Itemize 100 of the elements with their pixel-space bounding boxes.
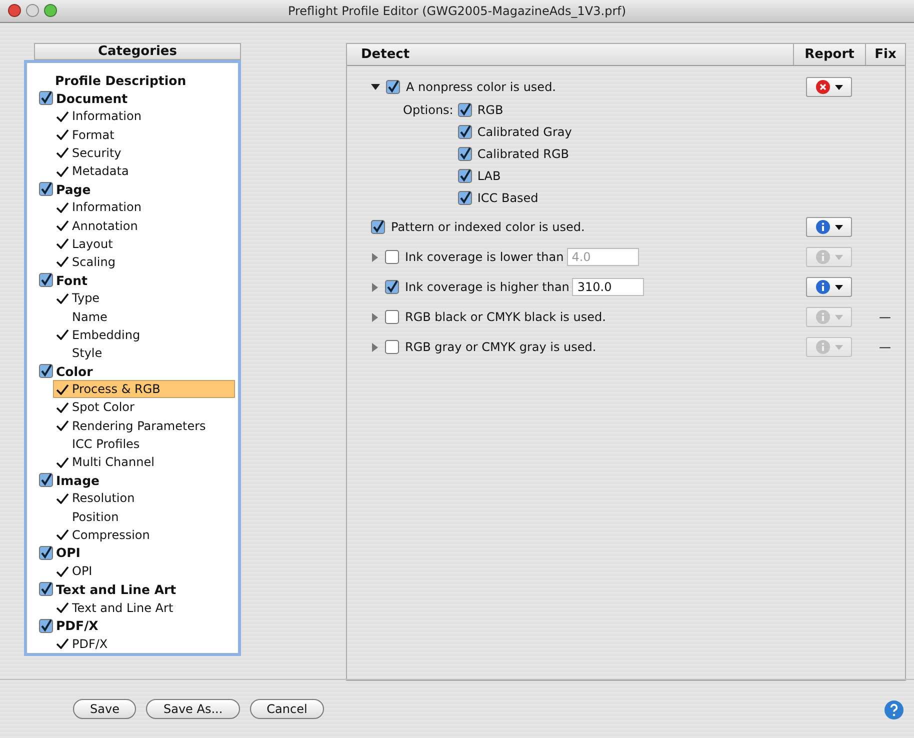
subcategory-item[interactable]: Text and Line Art: [53, 598, 235, 617]
category-label[interactable]: Page: [56, 182, 91, 197]
category-label[interactable]: OPI: [56, 545, 80, 560]
subcategory-item[interactable]: Spot Color: [53, 398, 235, 417]
checkbox[interactable]: [458, 147, 472, 161]
caret-icon: [834, 314, 842, 320]
checkmark-icon: [56, 492, 69, 504]
checkbox[interactable]: [385, 340, 399, 354]
checkbox[interactable]: [39, 182, 53, 196]
checkmark-icon: [56, 402, 69, 413]
checkmark-icon: [56, 292, 69, 304]
subcategory-item[interactable]: Multi Channel: [53, 452, 235, 472]
option-label: Calibrated Gray: [477, 125, 572, 139]
subcategory-item[interactable]: Process & RGB: [53, 380, 235, 398]
fix-dash: —: [879, 340, 891, 354]
info-icon: [816, 250, 830, 264]
category-label[interactable]: Text and Line Art: [56, 582, 176, 597]
checkbox[interactable]: [39, 273, 53, 288]
checkmark-icon: [56, 256, 69, 268]
subcategory-item[interactable]: ICC Profiles: [53, 434, 235, 453]
checkbox[interactable]: [385, 310, 399, 324]
checkmark-icon: [56, 220, 69, 232]
checkbox[interactable]: [39, 546, 53, 560]
rule-label: Ink coverage is lower than: [405, 250, 564, 264]
subcategory-item[interactable]: PDF/X: [53, 634, 235, 653]
rule-label: Ink coverage is higher than: [405, 280, 570, 294]
checkbox[interactable]: [39, 473, 53, 488]
info-icon: [816, 220, 830, 234]
checkmark-icon: [56, 384, 69, 395]
category-label[interactable]: Color: [56, 364, 93, 379]
footer-button[interactable]: Save As...: [146, 699, 240, 719]
checkbox[interactable]: [39, 91, 53, 106]
subcategory-item[interactable]: Annotation: [53, 216, 235, 235]
caret-icon: [834, 284, 842, 290]
report-dropdown[interactable]: [806, 217, 852, 237]
checkmark-icon: [56, 420, 69, 432]
checkmark-icon: [56, 110, 69, 122]
category-label[interactable]: PDF/X: [56, 618, 98, 634]
subcategory-item[interactable]: Scaling: [53, 252, 235, 272]
info-icon: [816, 310, 830, 324]
disclosure-triangle-icon[interactable]: [371, 83, 380, 91]
category-label[interactable]: Document: [56, 90, 128, 106]
category-label[interactable]: Font: [56, 272, 88, 288]
category-label[interactable]: Image: [56, 472, 100, 488]
subcategory-item[interactable]: Compression: [53, 526, 235, 544]
checkbox[interactable]: [458, 169, 472, 183]
caret-icon: [834, 344, 842, 350]
option-label: ICC Based: [477, 191, 538, 205]
report-dropdown[interactable]: [806, 277, 852, 297]
rule-label: A nonpress color is used.: [406, 80, 556, 94]
checkbox[interactable]: [371, 220, 385, 234]
checkmark-icon: [56, 566, 69, 577]
checkbox[interactable]: [385, 250, 399, 264]
subcategory-item[interactable]: Style: [53, 344, 235, 362]
column-header: Fix: [865, 44, 905, 65]
report-dropdown[interactable]: [806, 77, 852, 97]
category-label[interactable]: Profile Description: [55, 72, 186, 88]
subcategory-item[interactable]: Rendering Parameters: [53, 416, 235, 435]
rule-label: Pattern or indexed color is used.: [391, 220, 585, 234]
footer-button[interactable]: Cancel: [250, 699, 324, 719]
threshold-field[interactable]: 310.0: [572, 278, 644, 296]
column-header: Detect: [360, 46, 411, 64]
checkbox[interactable]: [458, 125, 472, 139]
rule-label: RGB gray or CMYK gray is used.: [405, 340, 596, 354]
option-label: LAB: [477, 169, 501, 183]
rule-label: RGB black or CMYK black is used.: [405, 310, 606, 324]
caret-icon: [834, 84, 842, 90]
options-label: Options:: [403, 103, 454, 117]
window-title: Preflight Profile Editor (GWG2005-MagazineAds_1V3.prf): [286, 4, 628, 18]
checkmark-icon: [56, 602, 69, 614]
subcategory-item[interactable]: Resolution: [53, 489, 235, 508]
checkbox[interactable]: [39, 582, 53, 596]
help-icon[interactable]: [884, 700, 904, 720]
checkmark-icon: [56, 129, 69, 140]
fix-dash: —: [879, 310, 891, 324]
checkbox[interactable]: [458, 103, 472, 117]
checkmark-icon: [56, 638, 69, 650]
subcategory-item[interactable]: Format: [53, 126, 235, 144]
subcategory-item[interactable]: Position: [53, 508, 235, 526]
subcategory-item[interactable]: OPI: [53, 562, 235, 580]
subcategory-item[interactable]: Metadata: [53, 162, 235, 180]
subcategory-item[interactable]: Name: [53, 307, 235, 326]
checkbox[interactable]: [385, 280, 399, 294]
checkbox[interactable]: [386, 80, 400, 94]
checkmark-icon: [56, 329, 69, 340]
subcategory-item[interactable]: Layout: [53, 234, 235, 253]
subcategory-item[interactable]: Information: [53, 198, 235, 216]
subcategory-item[interactable]: Information: [53, 107, 235, 126]
option-label: RGB: [477, 103, 504, 117]
info-icon: [816, 280, 830, 294]
column-header: Categories: [34, 43, 241, 60]
subcategory-item[interactable]: Embedding: [53, 326, 235, 344]
footer-button[interactable]: Save: [73, 699, 136, 719]
subcategory-item[interactable]: Security: [53, 144, 235, 162]
caret-icon: [834, 254, 842, 260]
checkbox[interactable]: [39, 618, 53, 633]
checkbox[interactable]: [458, 191, 472, 205]
checkmark-icon: [56, 202, 69, 213]
subcategory-item[interactable]: Type: [53, 289, 235, 308]
checkbox[interactable]: [39, 364, 53, 378]
